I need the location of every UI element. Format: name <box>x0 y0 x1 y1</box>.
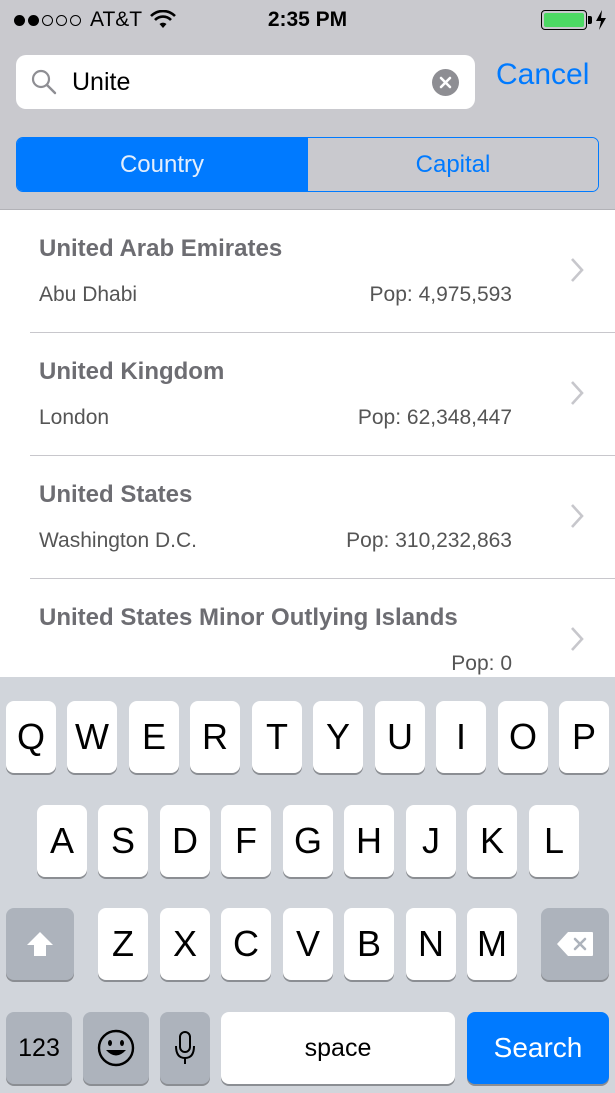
chevron-right-icon <box>571 627 584 651</box>
emoji-icon <box>97 1029 135 1067</box>
key-m[interactable]: M <box>467 908 517 980</box>
keyboard: Q W E R T Y U I O P A S D F G H J K L Z … <box>0 677 615 1093</box>
capital-name: Abu Dhabi <box>39 283 138 306</box>
key-z[interactable]: Z <box>98 908 148 980</box>
microphone-icon <box>175 1031 195 1064</box>
charging-bolt-icon <box>596 10 606 30</box>
population-label: Pop: 4,975,593 <box>369 283 512 306</box>
chevron-right-icon <box>571 381 584 405</box>
key-d[interactable]: D <box>160 805 210 877</box>
chevron-right-icon <box>571 258 584 282</box>
key-r[interactable]: R <box>190 701 240 773</box>
key-a[interactable]: A <box>37 805 87 877</box>
key-x[interactable]: X <box>160 908 210 980</box>
emoji-key[interactable] <box>83 1012 149 1084</box>
key-g[interactable]: G <box>283 805 333 877</box>
chevron-right-icon <box>571 504 584 528</box>
search-key[interactable]: Search <box>467 1012 609 1084</box>
battery-nub <box>588 16 592 24</box>
search-field[interactable] <box>16 55 475 109</box>
population-label: Pop: 310,232,863 <box>346 529 512 552</box>
dictation-key[interactable] <box>160 1012 210 1084</box>
scope-segmented-control: Country Capital <box>16 137 599 192</box>
space-key[interactable]: space <box>221 1012 455 1084</box>
country-name: United Arab Emirates <box>39 235 283 262</box>
results-list: United Arab Emirates Abu Dhabi Pop: 4,97… <box>0 210 615 677</box>
key-w[interactable]: W <box>67 701 117 773</box>
search-header: Cancel Country Capital <box>0 40 615 210</box>
key-b[interactable]: B <box>344 908 394 980</box>
country-name: United States Minor Outlying Islands <box>39 604 458 631</box>
key-o[interactable]: O <box>498 701 548 773</box>
country-name: United States <box>39 481 193 508</box>
search-icon <box>31 69 57 95</box>
shift-arrow-icon <box>27 932 53 956</box>
key-h[interactable]: H <box>344 805 394 877</box>
key-u[interactable]: U <box>375 701 425 773</box>
capital-name: London <box>39 406 110 429</box>
key-q[interactable]: Q <box>6 701 56 773</box>
shift-key[interactable] <box>6 908 74 980</box>
key-y[interactable]: Y <box>313 701 363 773</box>
key-n[interactable]: N <box>406 908 456 980</box>
key-s[interactable]: S <box>98 805 148 877</box>
list-item[interactable]: United Arab Emirates Abu Dhabi Pop: 4,97… <box>0 210 615 333</box>
status-bar: AT&T 2:35 PM <box>0 0 615 40</box>
list-item[interactable]: United States Minor Outlying Islands Pop… <box>0 579 615 677</box>
cancel-button[interactable]: Cancel <box>496 58 589 92</box>
key-l[interactable]: L <box>529 805 579 877</box>
clear-search-icon[interactable] <box>432 69 459 96</box>
status-time: 2:35 PM <box>267 8 348 31</box>
country-name: United Kingdom <box>39 358 225 385</box>
segment-capital[interactable]: Capital <box>307 138 598 191</box>
list-item[interactable]: United Kingdom London Pop: 62,348,447 <box>0 333 615 456</box>
key-k[interactable]: K <box>467 805 517 877</box>
segment-country[interactable]: Country <box>17 138 307 191</box>
population-label: Pop: 0 <box>451 652 512 675</box>
backspace-icon <box>557 932 593 956</box>
search-input[interactable] <box>72 55 432 109</box>
backspace-key[interactable] <box>541 908 609 980</box>
key-p[interactable]: P <box>559 701 609 773</box>
capital-name: Washington D.C. <box>39 529 197 552</box>
list-item[interactable]: United States Washington D.C. Pop: 310,2… <box>0 456 615 579</box>
key-e[interactable]: E <box>129 701 179 773</box>
key-t[interactable]: T <box>252 701 302 773</box>
battery-icon <box>541 10 587 30</box>
key-i[interactable]: I <box>436 701 486 773</box>
key-f[interactable]: F <box>221 805 271 877</box>
numbers-key[interactable]: 123 <box>6 1012 72 1084</box>
key-v[interactable]: V <box>283 908 333 980</box>
key-j[interactable]: J <box>406 805 456 877</box>
key-c[interactable]: C <box>221 908 271 980</box>
population-label: Pop: 62,348,447 <box>357 406 512 429</box>
